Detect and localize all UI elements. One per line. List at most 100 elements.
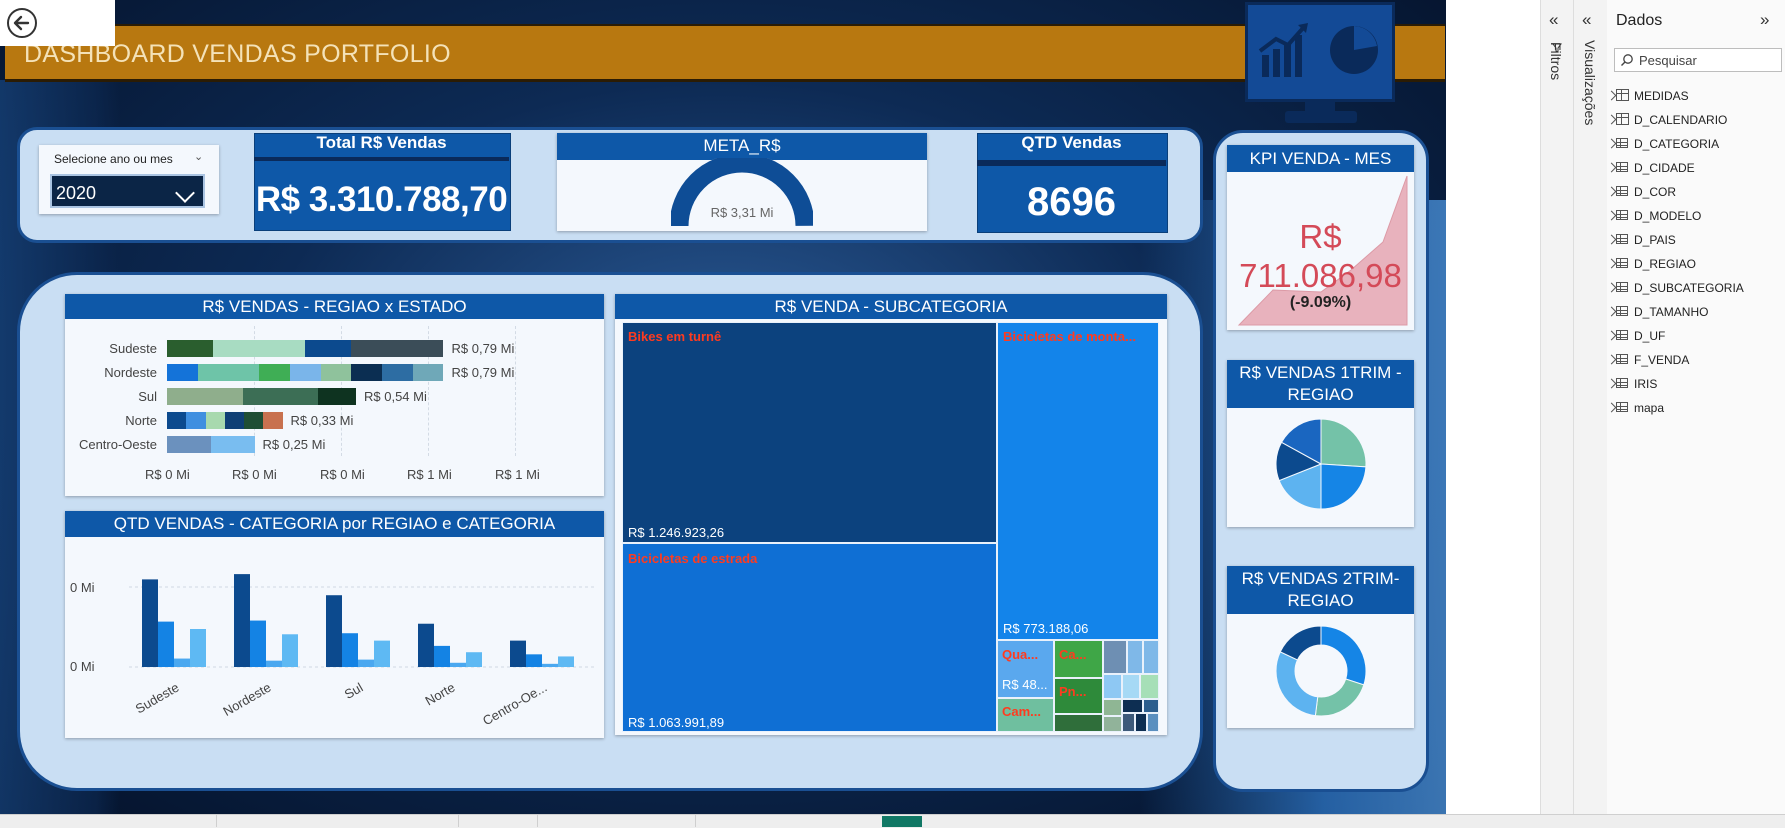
filters-label-wrap[interactable]: Filtros	[1548, 42, 1564, 122]
treemap-tile-small[interactable]	[1147, 713, 1159, 732]
qtd-column[interactable]	[142, 579, 158, 667]
qtd-column[interactable]	[558, 656, 574, 667]
treemap-tile-bicicletas-de-montanha[interactable]	[997, 322, 1159, 640]
state-segment[interactable]	[351, 364, 383, 381]
state-segment[interactable]	[289, 364, 321, 381]
qtd-column[interactable]	[174, 658, 190, 667]
qtd-column[interactable]	[434, 645, 450, 667]
state-segment[interactable]	[263, 412, 283, 429]
region-bar[interactable]	[167, 436, 255, 453]
pie-slice[interactable]	[1320, 463, 1367, 510]
field-item-d-uf[interactable]: D_UF	[1634, 329, 1665, 343]
pie-slice[interactable]	[1314, 678, 1365, 717]
state-segment[interactable]	[186, 412, 206, 429]
state-segment[interactable]	[397, 340, 444, 357]
qtd-column[interactable]	[342, 633, 358, 667]
state-segment[interactable]	[382, 364, 413, 381]
state-segment[interactable]	[224, 412, 244, 429]
state-segment[interactable]	[351, 340, 398, 357]
treemap-tile-bicicletas-de-estrada[interactable]	[622, 543, 997, 732]
filters-pane-collapsed[interactable]	[1540, 0, 1574, 814]
state-segment[interactable]	[228, 364, 260, 381]
state-segment[interactable]	[244, 412, 264, 429]
field-item-medidas[interactable]: MEDIDAS	[1634, 89, 1689, 103]
treemap-tile-small[interactable]	[1143, 699, 1159, 713]
field-item-d-tamanho[interactable]: D_TAMANHO	[1634, 305, 1708, 319]
field-item-d-cidade[interactable]: D_CIDADE	[1634, 161, 1695, 175]
field-item-iris[interactable]: IRIS	[1634, 377, 1657, 391]
field-item-d-subcategoria[interactable]: D_SUBCATEGORIA	[1634, 281, 1744, 295]
field-item-d-regiao[interactable]: D_REGIAO	[1634, 257, 1696, 271]
state-segment[interactable]	[205, 412, 225, 429]
treemap-tile-small[interactable]	[1140, 674, 1159, 699]
region-bar[interactable]	[167, 364, 444, 381]
state-segment[interactable]	[318, 388, 356, 405]
collapse-data-pane-icon[interactable]: »	[1760, 10, 1769, 30]
state-segment[interactable]	[259, 340, 306, 357]
field-item-d-calendario[interactable]: D_CALENDARIO	[1634, 113, 1727, 127]
qtd-column[interactable]	[250, 620, 266, 667]
state-segment[interactable]	[167, 388, 205, 405]
treemap-tile-small[interactable]	[1135, 713, 1147, 732]
treemap-tile-small[interactable]	[1143, 640, 1159, 674]
treemap-tile-small[interactable]	[1054, 714, 1103, 732]
qtd-column[interactable]	[542, 663, 558, 667]
add-page-button[interactable]	[882, 816, 922, 827]
qtd-column[interactable]	[510, 640, 526, 667]
state-segment[interactable]	[210, 436, 233, 453]
slicer-collapse-icon[interactable]: ⌄	[194, 150, 203, 163]
state-segment[interactable]	[213, 340, 260, 357]
qtd-column[interactable]	[266, 660, 282, 667]
qtd-column[interactable]	[158, 621, 174, 667]
treemap-tile-small[interactable]	[1103, 640, 1127, 674]
qtd-column[interactable]	[190, 629, 206, 667]
expand-filters-icon[interactable]: «	[1549, 10, 1558, 30]
treemap-tile-small[interactable]	[1127, 640, 1143, 674]
state-segment[interactable]	[412, 364, 444, 381]
state-segment[interactable]	[280, 388, 319, 405]
treemap-tile-small[interactable]	[1103, 699, 1122, 716]
state-segment[interactable]	[259, 364, 290, 381]
expand-visualizations-icon[interactable]: «	[1582, 10, 1591, 30]
state-segment[interactable]	[188, 436, 211, 453]
state-segment[interactable]	[167, 436, 189, 453]
qtd-column[interactable]	[418, 623, 434, 667]
region-bar[interactable]	[167, 340, 444, 357]
field-item-d-modelo[interactable]: D_MODELO	[1634, 209, 1701, 223]
qtd-column[interactable]	[282, 634, 298, 667]
field-item-d-categoria[interactable]: D_CATEGORIA	[1634, 137, 1719, 151]
pie-slice[interactable]	[1320, 418, 1367, 468]
qtd-column[interactable]	[374, 640, 390, 667]
state-segment[interactable]	[204, 388, 243, 405]
qtd-column[interactable]	[466, 652, 482, 667]
field-item-mapa[interactable]: mapa	[1634, 401, 1664, 415]
pie-slice[interactable]	[1275, 651, 1319, 717]
treemap-tile-small[interactable]	[1122, 674, 1140, 699]
treemap-tile-small[interactable]	[1103, 716, 1122, 732]
region-bar[interactable]	[167, 388, 356, 405]
state-segment[interactable]	[167, 412, 187, 429]
treemap-tile-small[interactable]	[1122, 713, 1135, 732]
treemap-tile-small[interactable]	[1103, 674, 1122, 699]
field-item-f-venda[interactable]: F_VENDA	[1634, 353, 1689, 367]
state-segment[interactable]	[167, 364, 198, 381]
state-segment[interactable]	[197, 364, 229, 381]
state-segment[interactable]	[232, 436, 255, 453]
treemap-tile-small[interactable]	[1122, 699, 1143, 713]
visualizations-label-wrap[interactable]: Visualizações	[1582, 40, 1598, 140]
pie-slice[interactable]	[1320, 625, 1367, 686]
state-segment[interactable]	[305, 340, 352, 357]
field-item-d-pais[interactable]: D_PAIS	[1634, 233, 1676, 247]
state-segment[interactable]	[167, 340, 214, 357]
qtd-column[interactable]	[358, 659, 374, 667]
treemap-tile-bikes-em-turne[interactable]	[622, 322, 997, 543]
field-item-d-cor[interactable]: D_COR	[1634, 185, 1676, 199]
state-segment[interactable]	[242, 388, 281, 405]
state-segment[interactable]	[320, 364, 352, 381]
pie-slice[interactable]	[1279, 625, 1322, 661]
qtd-column[interactable]	[526, 654, 542, 667]
region-bar[interactable]	[167, 412, 283, 429]
qtd-column[interactable]	[234, 574, 250, 667]
back-arrow-icon[interactable]	[7, 8, 37, 38]
qtd-column[interactable]	[326, 595, 342, 667]
